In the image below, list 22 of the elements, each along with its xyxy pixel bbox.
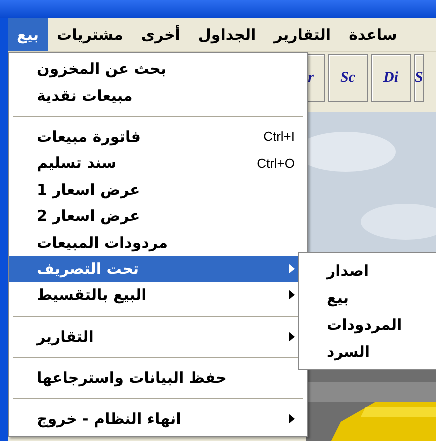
submenu-arrow-icon [289,264,295,274]
shortcut-text: Ctrl+I [264,129,295,144]
submenu-arrow-icon [289,290,295,300]
menu-item[interactable]: أخرى [132,18,190,51]
menu-entry[interactable]: عرض اسعار 2 [9,202,307,230]
toolbar-button[interactable]: Di [371,54,411,102]
menu-entry[interactable]: عرض اسعار 1 [9,176,307,203]
menu-entry[interactable]: انهاء النظام - خروج [9,406,307,433]
menu-item[interactable]: التقارير [265,18,340,51]
menu-entry[interactable]: مردودات المبيعات [9,229,307,256]
menu-entry[interactable]: مبيعات نقدية [9,82,307,109]
shortcut-text: Ctrl+O [257,156,295,171]
menu-item[interactable]: مشتريات [48,18,132,51]
toolbar-button[interactable]: Sc [328,54,368,102]
menu-item[interactable]: ساعدة [340,18,406,51]
toolbar-button[interactable]: S [414,54,424,102]
menu-entry[interactable]: حفظ البيانات واسترجاعها [9,364,307,392]
menu-entry[interactable]: بحث عن المخزون [9,56,307,82]
menu-item[interactable]: بيع [8,18,48,51]
menu-item[interactable]: الجداول [189,18,266,51]
submenu-arrow-icon [289,414,295,424]
submenu-arrow-icon [289,332,295,342]
